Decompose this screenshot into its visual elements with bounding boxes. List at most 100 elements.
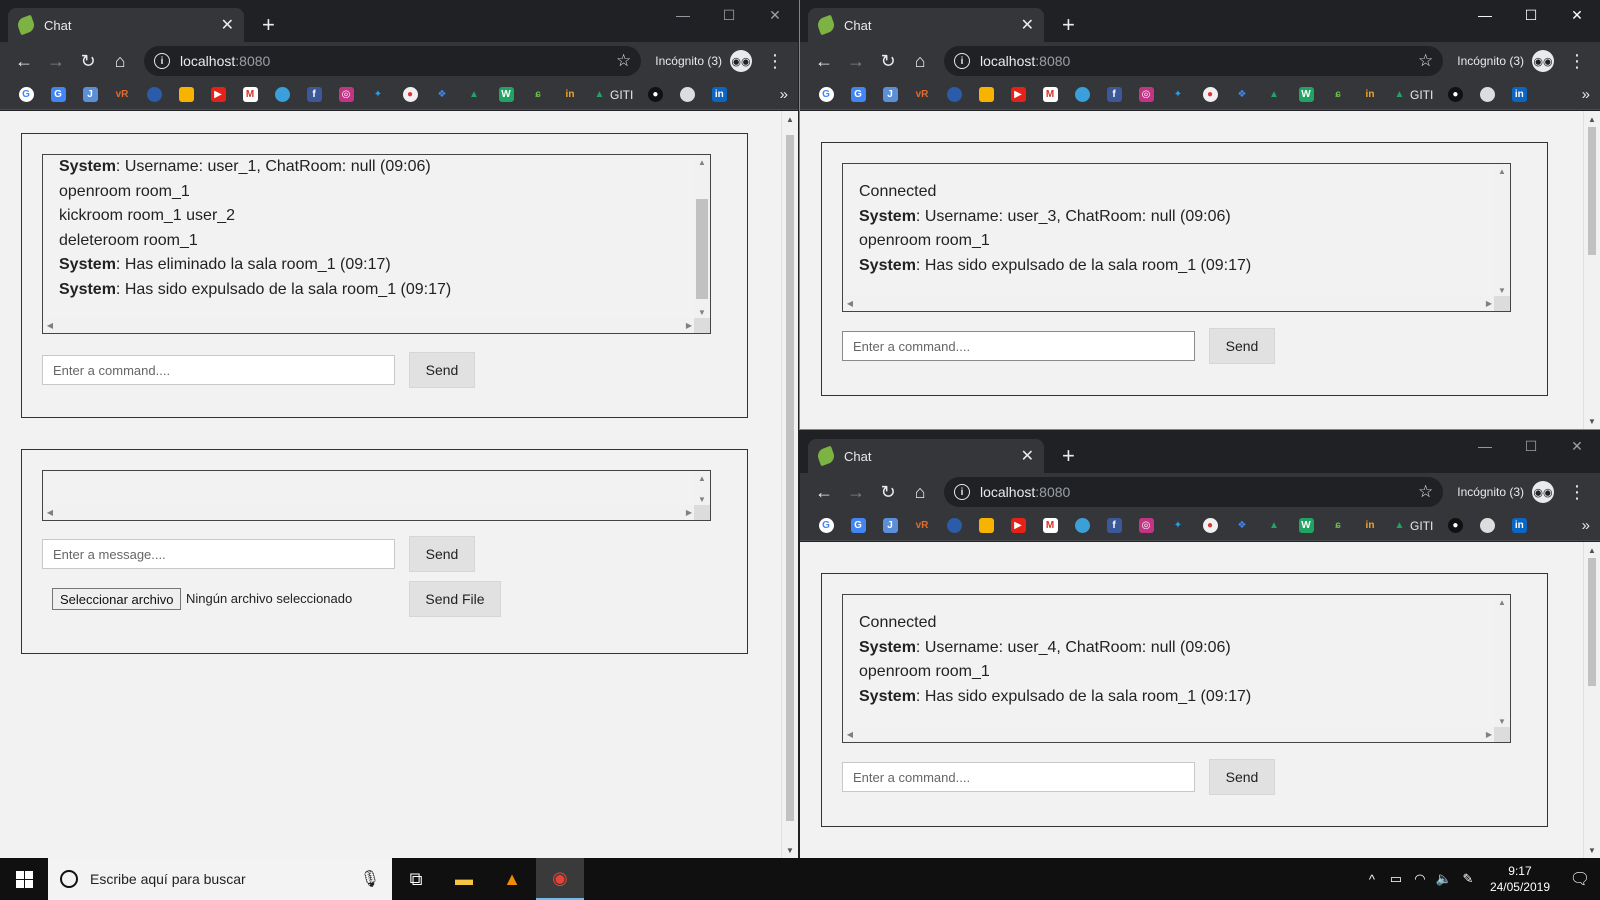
back-icon[interactable]: ←: [808, 45, 840, 77]
scroll-down-icon[interactable]: ▼: [782, 842, 798, 858]
leaf-icon[interactable]: ɕ: [522, 84, 554, 106]
drive-icon[interactable]: ▲: [1258, 84, 1290, 106]
show-hidden-icons-icon[interactable]: ^: [1360, 872, 1384, 887]
address-bar[interactable]: i localhost:8080 ☆: [944, 46, 1444, 76]
minimize-icon[interactable]: —: [1462, 0, 1508, 30]
vr-icon[interactable]: vR: [906, 515, 938, 537]
scroll-down-icon[interactable]: ▼: [694, 305, 710, 319]
tab-chat[interactable]: Chat ✕: [8, 8, 244, 42]
back-icon[interactable]: ←: [8, 45, 40, 77]
scroll-down-icon[interactable]: ▼: [1494, 283, 1510, 297]
send-file-button[interactable]: Send File: [409, 581, 501, 617]
jira-icon[interactable]: J: [74, 84, 106, 106]
send-message-button[interactable]: Send: [409, 536, 475, 572]
wifi-icon[interactable]: ◠: [1408, 871, 1432, 887]
gmail-icon[interactable]: M: [1034, 84, 1066, 106]
scroll-down-icon[interactable]: ▼: [1584, 842, 1600, 858]
close-window-icon[interactable]: ✕: [752, 0, 798, 30]
tab-chat[interactable]: Chat ✕: [808, 8, 1044, 42]
gmail-icon[interactable]: M: [1034, 515, 1066, 537]
close-tab-icon[interactable]: ✕: [1021, 15, 1034, 35]
forward-icon[interactable]: →: [840, 45, 872, 77]
scroll-up-icon[interactable]: ▲: [782, 111, 798, 127]
keep-icon[interactable]: [170, 84, 202, 106]
keep-icon[interactable]: [970, 84, 1002, 106]
scroll-down-icon[interactable]: ▼: [1494, 714, 1510, 728]
log-horizontal-scrollbar[interactable]: ◀ ▶: [843, 296, 1496, 311]
address-bar[interactable]: i localhost:8080 ☆: [144, 46, 642, 76]
bookmark-star-icon[interactable]: ☆: [1418, 51, 1433, 71]
log-vertical-scrollbar[interactable]: ▲ ▼: [1494, 595, 1510, 728]
linkedin-icon[interactable]: in: [1503, 84, 1535, 106]
google-icon[interactable]: G: [810, 84, 842, 106]
maximize-icon[interactable]: ☐: [706, 0, 752, 30]
bookmark-star-icon[interactable]: ☆: [616, 51, 631, 71]
instagram-icon[interactable]: ◎: [1130, 84, 1162, 106]
instagram-icon[interactable]: ◎: [330, 84, 362, 106]
scroll-left-icon[interactable]: ◀: [43, 505, 57, 520]
log-horizontal-scrollbar[interactable]: ◀ ▶: [843, 727, 1496, 742]
chrome-icon[interactable]: ◉: [536, 858, 584, 900]
twitter-icon[interactable]: ✦: [1162, 84, 1194, 106]
dropbox-icon[interactable]: ❖: [1226, 515, 1258, 537]
pen-icon[interactable]: ✎: [1456, 871, 1480, 887]
translate-icon[interactable]: G: [842, 84, 874, 106]
w-icon[interactable]: W: [490, 84, 522, 106]
github-icon[interactable]: ●: [1439, 515, 1471, 537]
more-bookmarks-icon[interactable]: »: [1582, 86, 1590, 103]
youtube-icon[interactable]: ▶: [1002, 84, 1034, 106]
microphone-icon[interactable]: 🎙: [360, 869, 380, 889]
close-window-icon[interactable]: ✕: [1554, 431, 1600, 461]
translate-icon[interactable]: G: [42, 84, 74, 106]
jira-icon[interactable]: J: [874, 515, 906, 537]
twitter-icon[interactable]: ✦: [1162, 515, 1194, 537]
page-vertical-scrollbar[interactable]: ▲ ▼: [1583, 542, 1600, 858]
w-icon[interactable]: W: [1290, 515, 1322, 537]
command-input[interactable]: Enter a command....: [842, 762, 1195, 792]
task-view-icon[interactable]: ⧉: [392, 858, 440, 900]
bird-icon[interactable]: [1066, 515, 1098, 537]
info-icon[interactable]: i: [154, 53, 170, 69]
bookmark-star-icon[interactable]: ☆: [1418, 482, 1433, 502]
reload-icon[interactable]: ↻: [872, 45, 904, 77]
address-bar[interactable]: i localhost:8080 ☆: [944, 477, 1444, 507]
scroll-up-icon[interactable]: ▲: [1584, 542, 1600, 558]
linkedin-icon[interactable]: in: [703, 84, 735, 106]
notifications-icon[interactable]: 🗨: [1560, 869, 1600, 889]
menu-icon[interactable]: ⋮: [1562, 482, 1592, 503]
reload-icon[interactable]: ↻: [72, 45, 104, 77]
facebook-icon[interactable]: f: [1098, 515, 1130, 537]
google-icon[interactable]: G: [10, 84, 42, 106]
battery-icon[interactable]: ▭: [1384, 871, 1408, 887]
menu-icon[interactable]: ⋮: [1562, 51, 1592, 72]
command-log[interactable]: System: Username: user_1, ChatRoom: null…: [42, 154, 711, 334]
home-icon[interactable]: ⌂: [904, 476, 936, 508]
youtube-icon[interactable]: ▶: [1002, 515, 1034, 537]
send-command-button[interactable]: Send: [1209, 328, 1275, 364]
vlc-icon[interactable]: ▲: [488, 858, 536, 900]
shield-icon[interactable]: [938, 84, 970, 106]
minimize-icon[interactable]: —: [1462, 431, 1508, 461]
new-tab-icon[interactable]: +: [1062, 443, 1075, 469]
dog-icon[interactable]: [671, 84, 703, 106]
scroll-up-icon[interactable]: ▲: [694, 155, 710, 169]
command-input[interactable]: Enter a command....: [42, 355, 395, 385]
drive-icon[interactable]: ▲: [1258, 515, 1290, 537]
message-log[interactable]: ▲ ▼ ◀ ▶: [42, 470, 711, 521]
bookmark-giti[interactable]: ▲ GITI: [586, 84, 639, 106]
facebook-icon[interactable]: f: [298, 84, 330, 106]
maximize-icon[interactable]: ☐: [1508, 0, 1554, 30]
scroll-left-icon[interactable]: ◀: [843, 296, 857, 311]
volume-icon[interactable]: 🔈: [1432, 871, 1456, 887]
send-command-button[interactable]: Send: [1209, 759, 1275, 795]
new-tab-icon[interactable]: +: [262, 12, 275, 38]
back-icon[interactable]: ←: [808, 476, 840, 508]
close-tab-icon[interactable]: ✕: [1021, 446, 1034, 466]
jira-icon[interactable]: J: [874, 84, 906, 106]
incognito-icon[interactable]: ◉◉: [1532, 50, 1554, 72]
translate-icon[interactable]: G: [842, 515, 874, 537]
scroll-down-icon[interactable]: ▼: [1584, 413, 1600, 429]
home-icon[interactable]: ⌂: [104, 45, 136, 77]
home-icon[interactable]: ⌂: [904, 45, 936, 77]
incognito-icon[interactable]: ◉◉: [730, 50, 752, 72]
